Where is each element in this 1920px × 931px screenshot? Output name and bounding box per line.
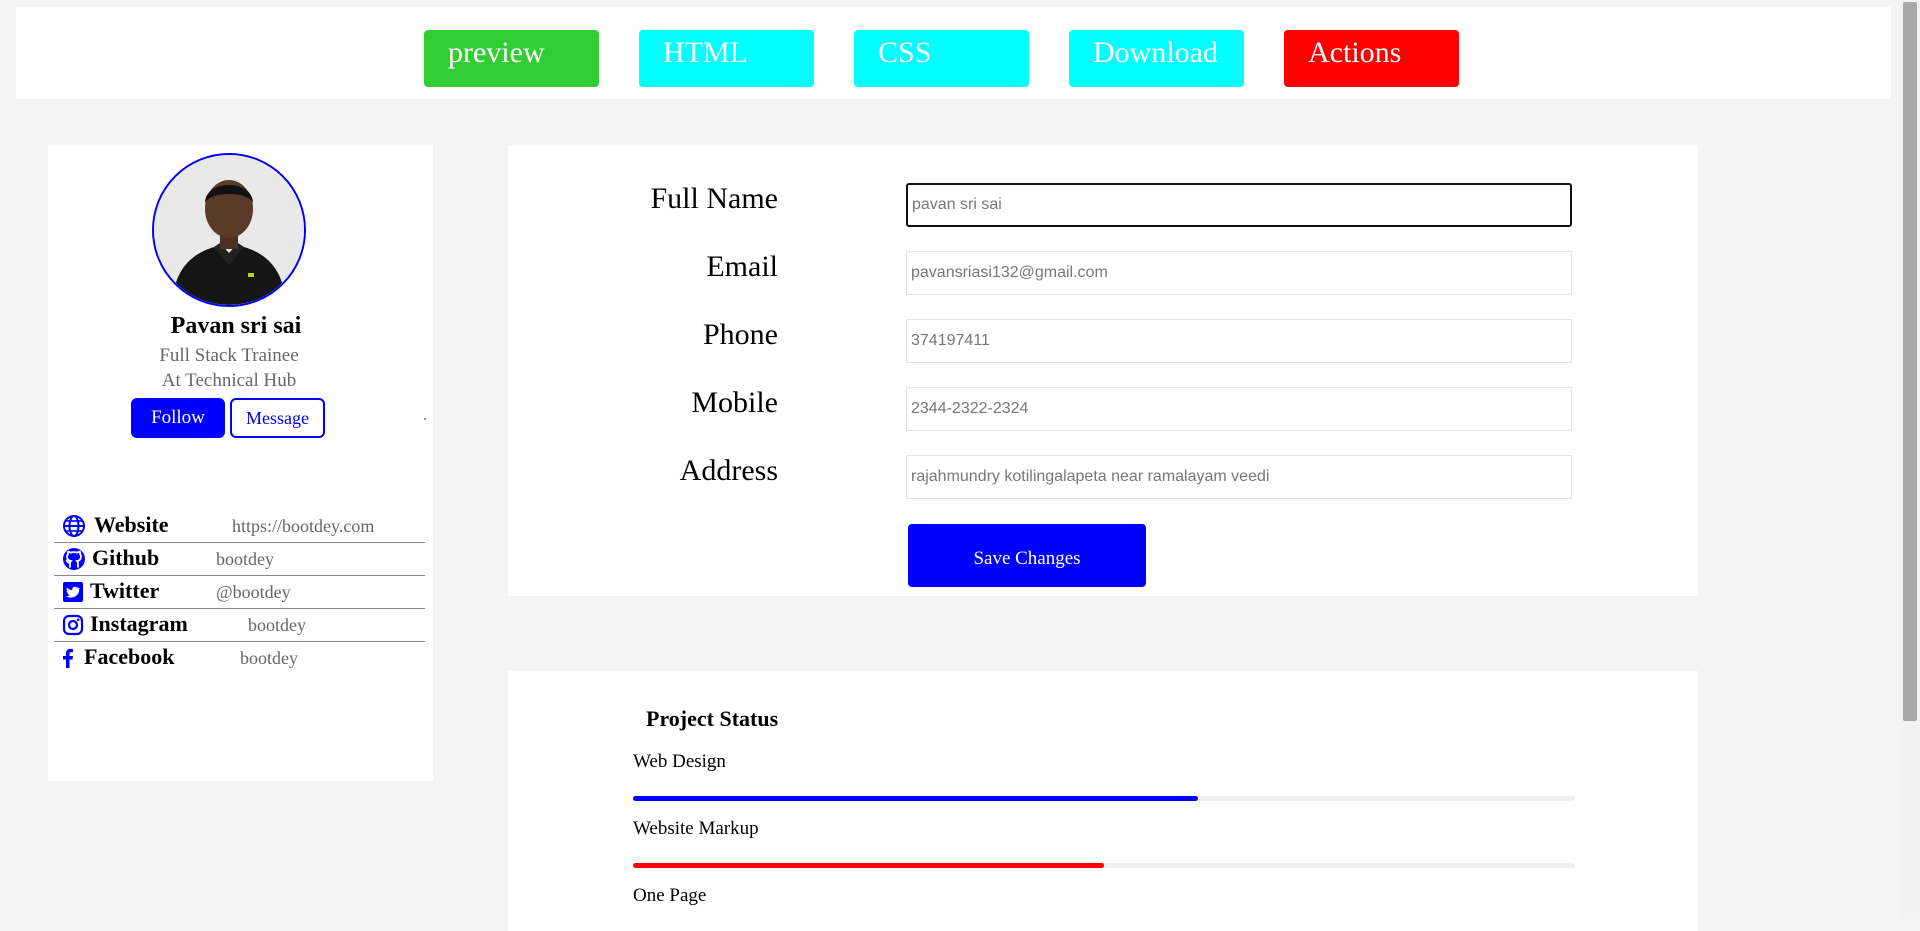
phone-label: Phone xyxy=(703,318,778,351)
css-button[interactable]: CSS xyxy=(854,30,1029,87)
social-row-twitter[interactable]: Twitter @bootdey xyxy=(54,576,425,609)
mobile-label: Mobile xyxy=(691,386,778,419)
project-label-website-markup: Website Markup xyxy=(633,818,759,839)
social-label: Website xyxy=(94,512,169,537)
social-value[interactable]: bootdey xyxy=(240,648,298,669)
follow-button[interactable]: Follow xyxy=(131,398,225,438)
social-value[interactable]: bootdey xyxy=(216,549,274,570)
social-label: Github xyxy=(92,545,160,570)
social-label: Twitter xyxy=(90,578,160,603)
save-changes-button[interactable]: Save Changes xyxy=(908,524,1146,587)
profile-card: Pavan sri sai Full Stack Trainee At Tech… xyxy=(48,145,433,781)
address-label: Address xyxy=(679,454,778,487)
full-name-input[interactable] xyxy=(906,183,1572,227)
social-row-website[interactable]: Website https://bootdey.com xyxy=(54,510,425,543)
social-links-list: Website https://bootdey.com Github bootd… xyxy=(54,510,425,675)
email-label: Email xyxy=(706,250,778,283)
project-status-title: Project Status xyxy=(646,706,779,731)
project-label-one-page: One Page xyxy=(633,885,707,906)
social-label: Facebook xyxy=(84,644,175,669)
project-status-card: Project Status Web Design Website Markup… xyxy=(508,671,1698,931)
social-value[interactable]: https://bootdey.com xyxy=(232,516,374,537)
avatar-photo xyxy=(154,155,304,305)
address-input[interactable] xyxy=(906,455,1572,499)
preview-button[interactable]: preview xyxy=(424,30,599,87)
profile-name: Pavan sri sai xyxy=(170,313,302,339)
social-value[interactable]: @bootdey xyxy=(216,582,291,603)
divider-dot xyxy=(424,418,426,420)
facebook-icon xyxy=(63,648,73,668)
social-row-facebook[interactable]: Facebook bootdey xyxy=(54,642,425,675)
progress-track-web-design xyxy=(633,796,1575,801)
download-button[interactable]: Download xyxy=(1069,30,1244,87)
profile-role-line2: At Technical Hub xyxy=(161,370,297,391)
progress-track-website-markup xyxy=(633,863,1575,868)
project-label-web-design: Web Design xyxy=(633,751,726,772)
actions-button[interactable]: Actions xyxy=(1284,30,1459,87)
scrollbar-thumb[interactable] xyxy=(1903,2,1917,721)
social-value[interactable]: bootdey xyxy=(248,615,306,636)
html-button[interactable]: HTML xyxy=(639,30,814,87)
profile-role: Full Stack Trainee At Technical Hub xyxy=(48,343,410,393)
phone-input[interactable] xyxy=(906,319,1572,363)
twitter-icon xyxy=(63,582,83,602)
email-input[interactable] xyxy=(906,251,1572,295)
profile-role-line1: Full Stack Trainee xyxy=(159,345,299,366)
progress-fill-web-design xyxy=(633,796,1199,801)
github-icon xyxy=(63,548,85,570)
instagram-icon xyxy=(62,614,84,636)
progress-fill-website-markup xyxy=(633,863,1104,868)
social-row-instagram[interactable]: Instagram bootdey xyxy=(54,609,425,642)
mobile-input[interactable] xyxy=(906,387,1572,431)
full-name-label: Full Name xyxy=(650,182,779,215)
globe-icon xyxy=(63,515,85,537)
account-form-card: Full Name Email Phone Mobile Address Sav… xyxy=(508,145,1698,596)
top-toolbar: preview HTML CSS Download Actions xyxy=(16,7,1891,99)
message-button[interactable]: Message xyxy=(230,398,325,438)
avatar xyxy=(152,153,306,307)
page-scrollbar[interactable] xyxy=(1900,0,1920,919)
social-row-github[interactable]: Github bootdey xyxy=(54,543,425,576)
social-label: Instagram xyxy=(90,611,188,636)
